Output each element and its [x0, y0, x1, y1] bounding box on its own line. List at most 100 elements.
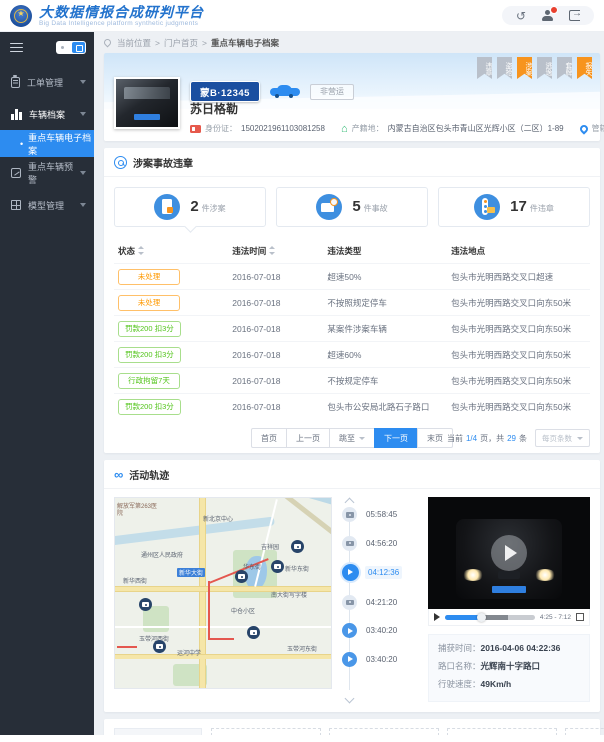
camera-marker[interactable]: [291, 540, 304, 553]
stat-count: 2: [190, 198, 198, 215]
status-ribbon: 套牌: [557, 57, 572, 79]
capture-label: 路口名称：: [438, 661, 481, 671]
next-page-button[interactable]: 下一页: [374, 428, 418, 448]
sidebar-item-vehicle-warning[interactable]: 重点车辆预警: [0, 157, 94, 189]
timeline-scroll-down-icon[interactable]: [345, 694, 355, 704]
jump-page-select[interactable]: 跳至: [329, 428, 375, 448]
progress-handle[interactable]: [477, 613, 486, 622]
violation-type: 超速60%: [323, 342, 447, 368]
sidebar-subitem-key-vehicle-archive[interactable]: 重点车辆电子档案: [0, 130, 94, 157]
play-button[interactable]: [434, 613, 440, 621]
timeline-entry[interactable]: 03:40:20: [342, 623, 420, 638]
owner-name: 苏日格勒: [190, 100, 238, 117]
jurisdiction-field: 管辖地：包头市青山区分局光辉小区派出所: [580, 123, 604, 134]
camera-marker[interactable]: [235, 570, 248, 583]
column-header-status[interactable]: 状态: [114, 240, 228, 264]
timeline-entry[interactable]: 04:12:36: [342, 564, 420, 581]
sidebar-item-model-manage[interactable]: 模型管理: [0, 189, 94, 221]
prev-page-button[interactable]: 上一页: [286, 428, 330, 448]
logout-icon[interactable]: [569, 10, 580, 21]
stat-card-accidents[interactable]: 5件事故: [276, 187, 428, 227]
info-tab[interactable]: 基本信息: [114, 728, 202, 735]
timeline-capture-icon: [342, 507, 357, 522]
stat-card-violations[interactable]: 17件违章: [438, 187, 590, 227]
id-card-field: 身份证：1502021961103081258: [190, 123, 325, 134]
sort-icon[interactable]: [138, 246, 144, 255]
timeline-time: 04:12:36: [365, 566, 402, 579]
car-grille: [498, 571, 520, 579]
route-line: [208, 638, 234, 640]
map-road: [115, 654, 331, 659]
timeline-entry[interactable]: 05:58:45: [342, 507, 420, 522]
first-page-button[interactable]: 首页: [251, 428, 287, 448]
sidebar-item-label: 重点车辆预警: [28, 160, 73, 186]
track-link-icon: ∞: [114, 469, 123, 481]
timeline-entry[interactable]: 04:21:20: [342, 595, 420, 610]
camera-marker[interactable]: [271, 560, 284, 573]
info-section-card: 基本信息 交易信息 保险信息 车辆所有人姓名：王五 登记机关：包头市车管所 登记: [104, 719, 600, 735]
timeline-capture-icon: [342, 652, 357, 667]
map-label: 华东街: [243, 562, 261, 571]
video-marker[interactable]: [153, 640, 166, 653]
info-tabs: 基本信息 交易信息 保险信息: [114, 728, 202, 735]
usage-tag: 非营运: [310, 84, 354, 100]
column-header-type: 违法类型: [323, 240, 447, 264]
page-size-select[interactable]: 每页条数: [535, 429, 590, 447]
field-label: 身份证：: [205, 123, 237, 134]
chevron-down-icon: [80, 203, 86, 207]
origin-field: ⌂ 产籍地：内蒙古自治区包头市青山区光辉小区（二区）1-89: [341, 123, 564, 134]
breadcrumb: 当前位置 > 门户首页 > 重点车辆电子档案: [104, 32, 600, 53]
sort-icon[interactable]: [269, 246, 275, 255]
police-badge-logo: [10, 5, 32, 27]
speed-value: 49Km/h: [481, 679, 512, 689]
violation-type: 不按照规定停车: [323, 290, 447, 316]
status-badge: 未处理: [118, 269, 180, 285]
sidebar-item-label: 工单管理: [27, 76, 73, 89]
violation-place: 包头市光明西路交叉口向东50米: [447, 316, 590, 342]
violation-time: 2016-07-018: [228, 394, 323, 420]
section-title: 活动轨迹: [129, 467, 169, 482]
stat-card-cases[interactable]: 2件涉案: [114, 187, 266, 227]
status-ribbon: 逃逸: [537, 57, 552, 79]
fullscreen-icon[interactable]: [576, 613, 584, 621]
column-header-time[interactable]: 违法时间: [228, 240, 323, 264]
sidebar-item-work-order[interactable]: 工单管理: [0, 66, 94, 98]
status-badge: 罚款200 扣3分: [118, 321, 181, 337]
map-label: 新北京中心: [203, 514, 233, 523]
chevron-down-icon: [577, 437, 583, 440]
notification-badge: [550, 6, 558, 14]
breadcrumb-home[interactable]: 门户首页: [164, 37, 198, 49]
play-overlay-button[interactable]: [491, 535, 527, 571]
work-order-icon: [11, 77, 20, 88]
violation-icon: [474, 194, 500, 220]
owner-card: 车辆所有人姓名：王五 登记机关：包头市车管所 登记时间：2012-06-03 证…: [211, 728, 321, 735]
sidebar-item-vehicle-archive[interactable]: 车辆档案: [0, 98, 94, 130]
camera-marker[interactable]: [247, 626, 260, 639]
user-notification-icon[interactable]: [542, 10, 553, 21]
sidebar-lock-toggle[interactable]: [56, 41, 86, 54]
camera-marker[interactable]: [139, 598, 152, 611]
vehicle-summary-card: 违章 盗抢 涉案 逃逸 套牌 报失 蒙B·12345: [104, 53, 600, 141]
undo-icon[interactable]: ↺: [516, 11, 526, 21]
map-label: 运河中学: [177, 648, 201, 657]
table-row: 未处理 2016-07-018 不按照规定停车 包头市光明西路交叉口向东50米: [114, 290, 590, 316]
timeline-time: 03:40:20: [363, 624, 400, 637]
menu-collapse-icon[interactable]: [10, 43, 23, 53]
timeline-scroll-up-icon[interactable]: [345, 498, 355, 508]
route-map[interactable]: 解放军第263医院 新北京中心 通州区人民政府 吉祥园 华东街 新华东街 新华西…: [114, 497, 332, 689]
header-actions: ↺: [502, 6, 594, 25]
timeline-entry[interactable]: 04:56:20: [342, 536, 420, 551]
timeline-entry[interactable]: 03:40:20: [342, 652, 420, 667]
violation-type: 不按规定停车: [323, 368, 447, 394]
chevron-down-icon: [80, 112, 86, 116]
status-badge: 罚款200 扣3分: [118, 347, 181, 363]
violation-type: 超速50%: [323, 264, 447, 290]
video-progress-bar[interactable]: [445, 615, 535, 620]
capture-time-value: 2016-04-06 04:22:36: [481, 643, 561, 653]
top-header: 大数据情报合成研判平台 Big Data Intelligence platfo…: [0, 0, 604, 32]
status-ribbon: 报失: [577, 57, 592, 79]
track-timeline: 05:58:45 04:56:20 04:12:36: [340, 497, 420, 702]
car-icon: [270, 85, 300, 98]
crossing-name-value: 光辉南十字路口: [481, 661, 541, 671]
headlight: [462, 569, 484, 581]
